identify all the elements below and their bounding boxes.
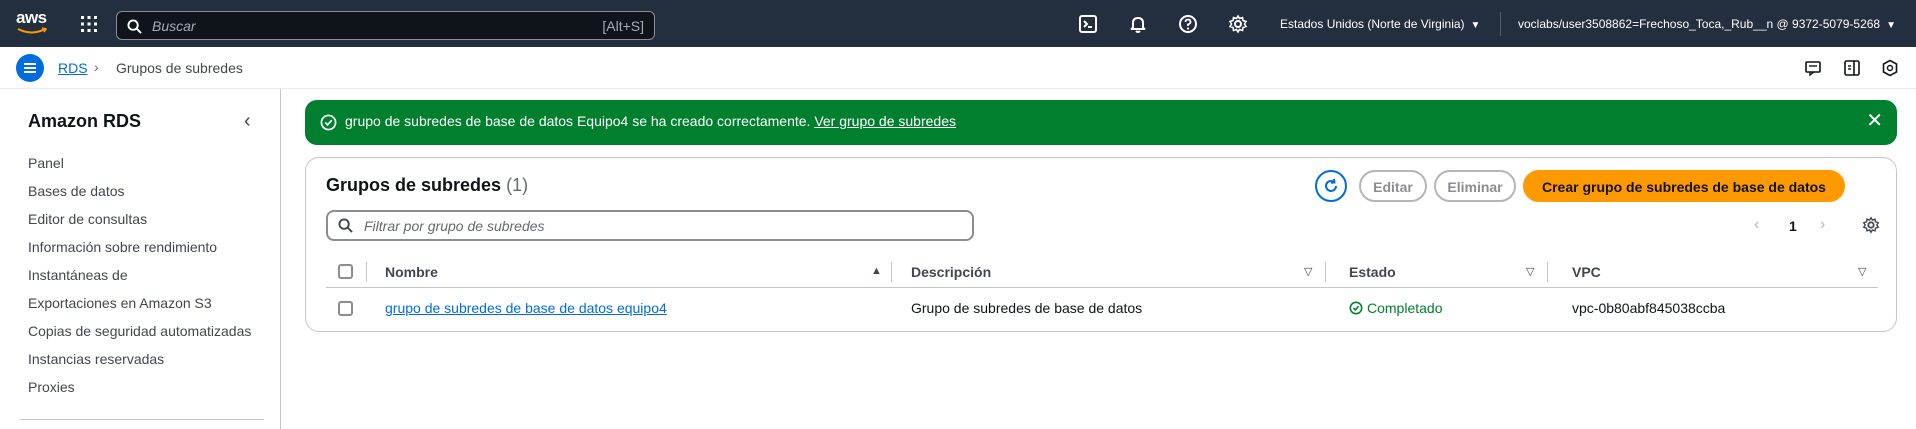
column-divider: [891, 262, 892, 282]
sidebar-item-panel[interactable]: Panel: [28, 154, 251, 182]
sort-descending-icon[interactable]: ▽: [1526, 265, 1534, 278]
info-panel-icon[interactable]: [1843, 59, 1861, 77]
column-divider: [366, 262, 367, 282]
view-subnet-group-link[interactable]: Ver grupo de subredes: [814, 113, 956, 129]
region-selector[interactable]: Estados Unidos (Norte de Virginia) ▼: [1280, 17, 1480, 31]
filter-placeholder: Filtrar por grupo de subredes: [364, 218, 545, 234]
refresh-button[interactable]: [1315, 170, 1347, 202]
column-divider: [1547, 262, 1548, 282]
search-input[interactable]: Buscar [Alt+S]: [116, 11, 655, 40]
flash-message: grupo de subredes de base de datos Equip…: [345, 113, 811, 129]
sidebar-item-proxies[interactable]: Proxies: [28, 378, 251, 406]
page-number[interactable]: 1: [1789, 218, 1797, 234]
caret-down-icon: ▼: [1470, 20, 1481, 31]
nav-divider: [1500, 12, 1501, 36]
sidebar-item-performance-insights[interactable]: Información sobre rendimiento: [28, 238, 251, 266]
subnet-group-name-link[interactable]: grupo de subredes de base de datos equip…: [385, 300, 667, 316]
sidebar-item-query-editor[interactable]: Editor de consultas: [28, 210, 251, 238]
filter-input[interactable]: Filtrar por grupo de subredes: [326, 210, 974, 241]
create-subnet-group-button[interactable]: Crear grupo de subredes de base de datos: [1523, 170, 1845, 202]
breadcrumb-current: Grupos de subredes: [116, 60, 243, 76]
gear-icon[interactable]: [1228, 14, 1248, 34]
select-all-checkbox[interactable]: [338, 264, 353, 279]
sidebar-title: Amazon RDS: [28, 111, 142, 131]
check-circle-icon: [1349, 301, 1363, 315]
check-circle-icon: [320, 114, 337, 131]
sidebar-list: Panel Bases de datos Editor de consultas…: [28, 154, 251, 406]
help-icon[interactable]: [1178, 14, 1198, 34]
status-badge: Completado: [1349, 300, 1443, 316]
gear-icon[interactable]: [1862, 216, 1880, 239]
column-header-name[interactable]: Nombre: [385, 264, 438, 280]
delete-button[interactable]: Eliminar: [1434, 170, 1516, 202]
column-header-status[interactable]: Estado: [1349, 264, 1396, 280]
sidebar-divider: [20, 419, 264, 420]
chevron-right-icon[interactable]: ›: [1820, 216, 1825, 234]
chevron-left-icon[interactable]: ‹: [244, 110, 251, 133]
table-header: Nombre ▲ Descripción ▽ Estado ▽ VPC ▽: [326, 258, 1878, 288]
column-header-vpc[interactable]: VPC: [1572, 264, 1601, 280]
tools-icon[interactable]: [1881, 59, 1899, 77]
account-menu[interactable]: voclabs/user3508862=Frechoso_Toca,_Rub__…: [1518, 17, 1896, 31]
account-label: voclabs/user3508862=Frechoso_Toca,_Rub__…: [1518, 17, 1881, 31]
sort-descending-icon[interactable]: ▽: [1858, 265, 1866, 278]
grid-icon[interactable]: [80, 15, 98, 33]
aws-logo-text: aws: [16, 8, 47, 27]
search-shortcut: [Alt+S]: [602, 18, 644, 34]
breadcrumb-rds[interactable]: RDS: [58, 60, 88, 76]
vpc-id: vpc-0b80abf845038ccba: [1572, 300, 1726, 316]
chevron-left-icon[interactable]: ‹: [1754, 216, 1759, 234]
column-divider: [1325, 262, 1326, 282]
sidebar-item-reserved-instances[interactable]: Instancias reservadas: [28, 350, 251, 378]
flash-message-wrap: grupo de subredes de base de datos Equip…: [345, 113, 956, 129]
feedback-icon[interactable]: [1804, 59, 1822, 77]
sidebar-item-automated-backups[interactable]: Copias de seguridad automatizadas: [28, 322, 251, 350]
panel-title: Grupos de subredes (1): [326, 175, 528, 196]
cloudshell-icon[interactable]: [1078, 14, 1098, 34]
chevron-right-icon: ›: [94, 59, 99, 75]
sort-ascending-icon[interactable]: ▲: [871, 265, 882, 277]
top-navigation: aws Buscar [Alt+S] Estados Unidos (Norte…: [0, 0, 1916, 47]
search-placeholder: Buscar: [152, 18, 196, 34]
column-header-description[interactable]: Descripción: [911, 264, 991, 280]
row-checkbox[interactable]: [338, 301, 353, 316]
subnet-groups-table: Grupos de subredes (1) Editar Eliminar C…: [305, 157, 1897, 332]
region-label: Estados Unidos (Norte de Virginia): [1280, 17, 1465, 31]
caret-down-icon: ▼: [1886, 20, 1897, 31]
panel-count: (1): [506, 175, 529, 195]
table-row: grupo de subredes de base de datos equip…: [326, 289, 1878, 329]
search-icon: [338, 218, 353, 233]
menu-icon[interactable]: [16, 54, 44, 82]
sidebar-item-snapshots[interactable]: Instantáneas de: [28, 266, 251, 294]
status-text: Completado: [1367, 300, 1443, 316]
subnet-group-description: Grupo de subredes de base de datos: [911, 300, 1143, 316]
sidebar: Amazon RDS ‹ Panel Bases de datos Editor…: [0, 89, 281, 429]
bell-icon[interactable]: [1128, 14, 1148, 34]
sidebar-item-databases[interactable]: Bases de datos: [28, 182, 251, 210]
breadcrumb-bar: RDS › Grupos de subredes: [0, 47, 1916, 89]
sidebar-item-s3-exports[interactable]: Exportaciones en Amazon S3: [28, 294, 251, 322]
panel-title-text: Grupos de subredes: [326, 175, 502, 195]
sort-descending-icon[interactable]: ▽: [1304, 265, 1312, 278]
aws-smile-icon: [17, 27, 47, 34]
search-icon: [127, 19, 142, 34]
aws-logo[interactable]: aws: [16, 8, 50, 36]
success-flashbar: grupo de subredes de base de datos Equip…: [305, 100, 1897, 145]
close-icon[interactable]: ✕: [1866, 111, 1883, 131]
edit-button[interactable]: Editar: [1359, 170, 1427, 202]
refresh-icon: [1325, 178, 1337, 192]
